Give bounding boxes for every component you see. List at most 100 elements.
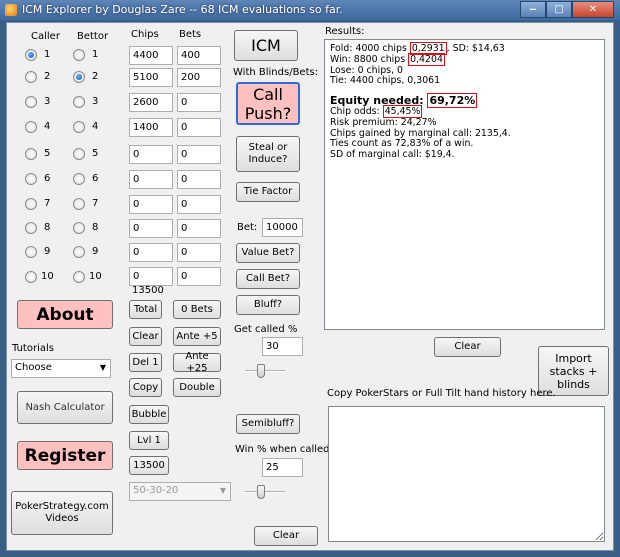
tutorials-label: Tutorials: [12, 343, 54, 354]
caller-header: Caller: [31, 31, 60, 42]
payout-structure-value: 50-30-20: [133, 485, 179, 496]
win-when-called-slider[interactable]: [245, 484, 285, 500]
bet-input[interactable]: [262, 218, 303, 237]
chips-input-3[interactable]: [129, 93, 173, 112]
chips-input-1[interactable]: [129, 46, 173, 65]
caller-radio-7[interactable]: [25, 198, 37, 210]
chips-input-5[interactable]: [129, 145, 173, 164]
bets-input-6[interactable]: [177, 170, 221, 189]
get-called-label: Get called %: [234, 324, 298, 335]
caller-radio-4[interactable]: [25, 121, 37, 133]
bets-input-4[interactable]: [177, 118, 221, 137]
delete-1-button[interactable]: Del 1: [129, 353, 162, 372]
stack-13500-button[interactable]: 13500: [129, 456, 169, 475]
bettor-radio-8[interactable]: [73, 222, 85, 234]
bettor-label: 8: [92, 222, 99, 233]
bluff-button[interactable]: Bluff?: [236, 295, 300, 315]
value-bet-button[interactable]: Value Bet?: [236, 243, 300, 263]
bets-input-3[interactable]: [177, 93, 221, 112]
bets-input-1[interactable]: [177, 46, 221, 65]
total-button[interactable]: Total: [129, 300, 162, 319]
bettor-label: 1: [92, 49, 99, 60]
payout-structure-select[interactable]: 50-30-20 ▼: [129, 482, 231, 501]
caller-radio-3[interactable]: [25, 96, 37, 108]
tie-factor-button[interactable]: Tie Factor: [236, 182, 300, 202]
level-1-button[interactable]: Lvl 1: [129, 431, 169, 450]
steal-or-induce-button[interactable]: Steal or Induce?: [236, 136, 300, 172]
call-push-line1: Call: [253, 84, 283, 104]
call-bet-button[interactable]: Call Bet?: [236, 269, 300, 289]
bettor-radio-7[interactable]: [73, 198, 85, 210]
caller-label: 7: [44, 198, 51, 209]
steal-line1: Steal or: [248, 142, 288, 153]
bettor-radio-2[interactable]: [73, 71, 85, 83]
close-button[interactable]: ✕: [572, 1, 614, 18]
chips-header: Chips: [131, 29, 159, 40]
steal-line2: Induce?: [248, 154, 288, 165]
bettor-radio-1[interactable]: [73, 49, 85, 61]
tutorials-select[interactable]: Choose ▼: [11, 359, 111, 378]
icm-button[interactable]: ICM: [234, 30, 298, 61]
win-when-called-input[interactable]: [262, 458, 303, 477]
pokerstrategy-videos-button[interactable]: PokerStrategy.com Videos: [11, 491, 113, 535]
bettor-radio-6[interactable]: [73, 173, 85, 185]
bettor-radio-3[interactable]: [73, 96, 85, 108]
double-button[interactable]: Double: [173, 378, 221, 397]
chips-input-4[interactable]: [129, 118, 173, 137]
register-button[interactable]: Register: [17, 441, 113, 470]
caller-radio-8[interactable]: [25, 222, 37, 234]
call-push-button[interactable]: Call Push?: [236, 82, 300, 125]
bettor-radio-4[interactable]: [73, 121, 85, 133]
bets-input-9[interactable]: [177, 243, 221, 262]
bets-input-5[interactable]: [177, 145, 221, 164]
bets-input-2[interactable]: [177, 68, 221, 87]
bettor-radio-5[interactable]: [73, 148, 85, 160]
caller-radio-5[interactable]: [25, 148, 37, 160]
bubble-button[interactable]: Bubble: [129, 405, 169, 424]
clear-chips-button[interactable]: Clear: [129, 327, 162, 346]
total-chips-value: 13500: [132, 285, 164, 296]
main-panel: Caller Bettor Chips Bets 1 1 2 2 3 3: [6, 22, 614, 551]
bets-input-10[interactable]: [177, 267, 221, 286]
results-label: Results:: [325, 26, 365, 37]
bets-input-8[interactable]: [177, 219, 221, 238]
copy-button[interactable]: Copy: [129, 378, 162, 397]
caller-label: 4: [44, 121, 51, 132]
sd-line: SD of marginal call: $19,4.: [330, 149, 455, 161]
bets-input-7[interactable]: [177, 195, 221, 214]
chips-input-9[interactable]: [129, 243, 173, 262]
get-called-input[interactable]: [262, 337, 303, 356]
chips-input-2[interactable]: [129, 68, 173, 87]
title-bar: ICM Explorer by Douglas Zare -- 68 ICM e…: [0, 0, 620, 20]
slider-thumb[interactable]: [257, 364, 265, 378]
caller-radio-1[interactable]: [25, 49, 37, 61]
bettor-radio-9[interactable]: [73, 246, 85, 258]
hand-history-textarea[interactable]: [328, 406, 605, 542]
nash-calculator-button[interactable]: Nash Calculator: [17, 391, 113, 424]
chips-input-7[interactable]: [129, 195, 173, 214]
zero-bets-button[interactable]: 0 Bets: [173, 300, 221, 319]
caller-label: 2: [44, 71, 51, 82]
caller-label: 8: [44, 222, 51, 233]
caller-radio-6[interactable]: [25, 173, 37, 185]
semibluff-button[interactable]: Semibluff?: [236, 414, 300, 434]
bettor-radio-10[interactable]: [73, 271, 85, 283]
maximize-button[interactable]: □: [546, 1, 572, 18]
caller-radio-2[interactable]: [25, 71, 37, 83]
clear-results-button[interactable]: Clear: [434, 337, 501, 357]
caller-radio-9[interactable]: [25, 246, 37, 258]
chips-input-8[interactable]: [129, 219, 173, 238]
caller-label: 5: [44, 148, 51, 159]
about-button[interactable]: About: [17, 300, 113, 329]
bettor-label: 9: [92, 246, 99, 257]
get-called-slider[interactable]: [245, 363, 285, 379]
minimize-button[interactable]: ‒: [520, 1, 546, 18]
slider-thumb[interactable]: [257, 485, 265, 499]
chips-input-10[interactable]: [129, 267, 173, 286]
ante-5-button[interactable]: Ante +5: [173, 327, 221, 346]
bettor-label: 6: [92, 173, 99, 184]
caller-radio-10[interactable]: [25, 271, 37, 283]
clear-bottom-button[interactable]: Clear: [254, 526, 318, 546]
ante-25-button[interactable]: Ante +25: [173, 351, 221, 374]
chips-input-6[interactable]: [129, 170, 173, 189]
